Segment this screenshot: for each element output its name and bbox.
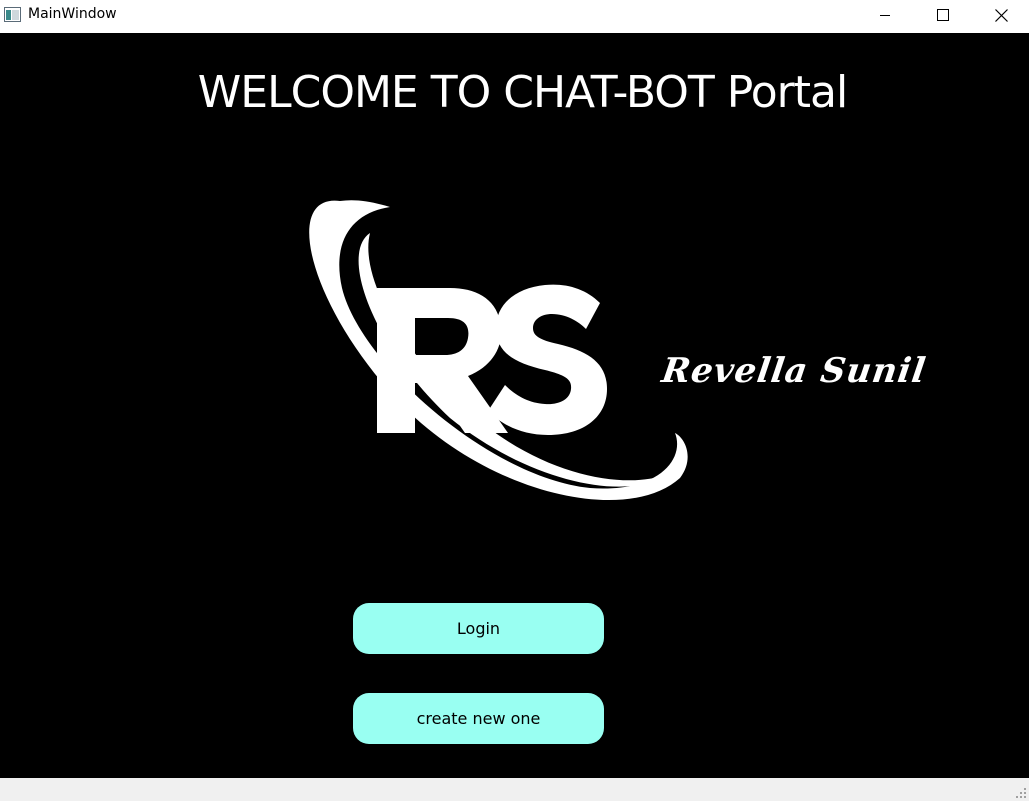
login-button[interactable]: Login — [353, 603, 604, 654]
title-bar: MainWindow — [0, 0, 1029, 33]
app-window-icon — [4, 7, 21, 22]
page-title: WELCOME TO CHAT-BOT Portal — [197, 67, 848, 118]
resize-grip-icon[interactable] — [1015, 787, 1027, 799]
close-icon — [994, 8, 1008, 22]
maximize-button[interactable] — [914, 0, 972, 30]
logo-signature: Revella Sunil — [659, 351, 929, 391]
minimize-icon — [880, 15, 890, 16]
maximize-icon — [937, 9, 949, 21]
window-title: MainWindow — [28, 6, 117, 22]
main-panel: WELCOME TO CHAT-BOT Portal Revella Sunil… — [0, 33, 1029, 778]
close-button[interactable] — [972, 0, 1029, 30]
create-account-button[interactable]: create new one — [353, 693, 604, 744]
rs-logo — [309, 200, 688, 501]
logo-letter-s — [488, 284, 607, 435]
minimize-button[interactable] — [856, 0, 914, 30]
status-bar — [0, 778, 1029, 801]
